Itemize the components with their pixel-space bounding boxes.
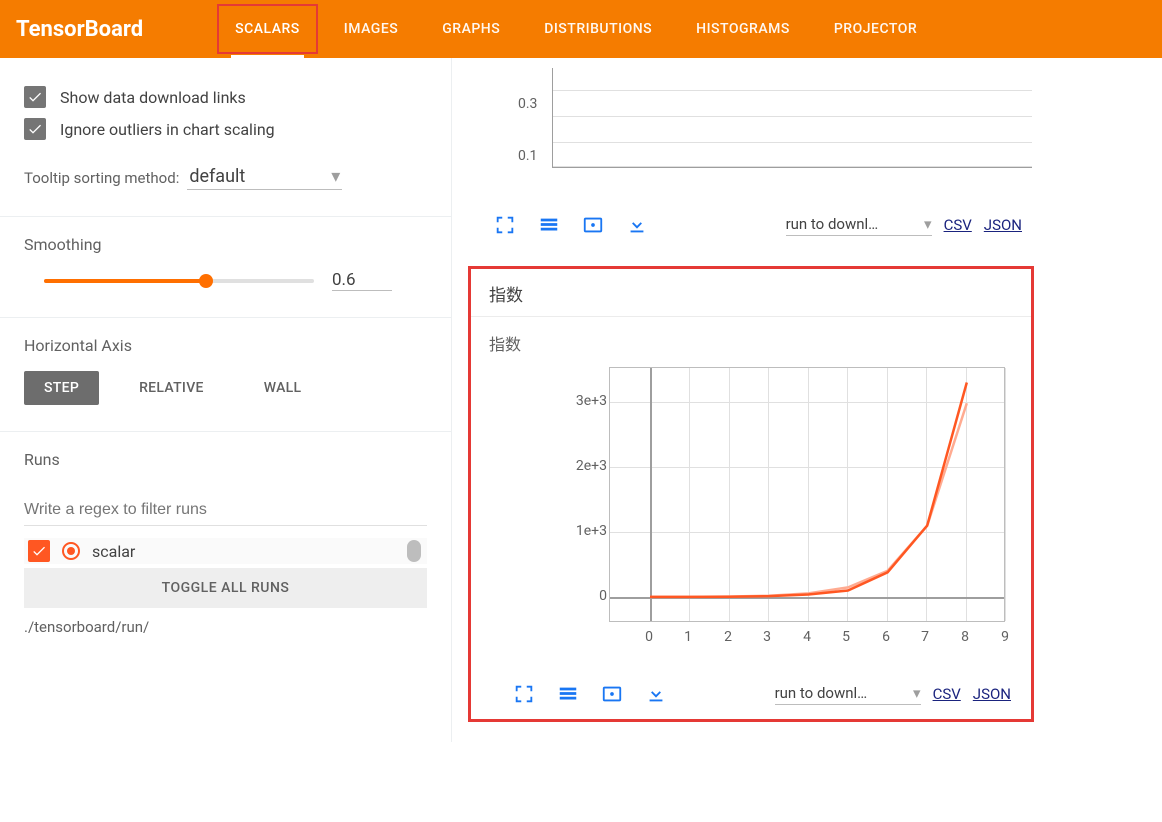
chart-svg [610, 368, 1006, 623]
runs-label: Runs [24, 450, 427, 469]
xtick: 0 [645, 629, 653, 645]
ytick: 0.3 [518, 96, 537, 112]
axis-btn-relative[interactable]: RELATIVE [119, 371, 224, 405]
run-radio[interactable] [62, 542, 80, 560]
download-icon[interactable] [643, 681, 669, 707]
chart: 3e+3 2e+3 1e+3 0 0 1 2 3 4 5 6 7 8 9 [511, 367, 1011, 667]
run-name: scalar [92, 542, 135, 561]
run-download-select-2[interactable]: run to downl… ▾ [775, 684, 921, 705]
list-icon[interactable] [555, 681, 581, 707]
xtick: 3 [763, 629, 771, 645]
smoothing-label: Smoothing [24, 235, 427, 254]
xtick: 7 [921, 629, 929, 645]
csv-link[interactable]: CSV [933, 685, 961, 703]
checkbox-ignore-outliers[interactable] [24, 118, 46, 140]
runs-filter-input[interactable] [24, 495, 427, 526]
app-header: TensorBoard SCALARS IMAGES GRAPHS DISTRI… [0, 0, 1162, 58]
smoothing-value[interactable]: 0.6 [332, 270, 392, 291]
csv-link[interactable]: CSV [944, 216, 972, 234]
xtick: 9 [1001, 629, 1009, 645]
run-download-value: run to downl… [786, 215, 879, 233]
tooltip-sorting-value: default [189, 166, 245, 187]
expand-icon[interactable] [511, 681, 537, 707]
ytick: 1e+3 [576, 523, 607, 539]
check-icon [31, 543, 47, 559]
tooltip-sorting-select[interactable]: default ▾ [187, 166, 342, 190]
tab-distributions[interactable]: DISTRIBUTIONS [522, 0, 674, 58]
caret-down-icon: ▾ [331, 166, 340, 187]
toggle-all-runs-button[interactable]: TOGGLE ALL RUNS [24, 568, 427, 608]
label-show-download: Show data download links [60, 88, 246, 107]
ytick: 0.1 [518, 148, 537, 164]
horizontal-axis-label: Horizontal Axis [24, 336, 427, 355]
content-area: 0.3 0.1 run to downl… ▾ CSV JSON 指数 指数 [452, 58, 1162, 742]
xtick: 8 [961, 629, 969, 645]
axis-btn-wall[interactable]: WALL [244, 371, 322, 405]
slider-fill [44, 279, 206, 283]
check-icon [27, 89, 43, 105]
sidebar: Show data download links Ignore outliers… [0, 58, 452, 742]
ytick: 2e+3 [576, 458, 607, 474]
smoothing-slider[interactable] [44, 279, 314, 283]
tab-graphs[interactable]: GRAPHS [420, 0, 522, 58]
caret-down-icon: ▾ [913, 684, 921, 702]
axis-btn-step[interactable]: STEP [24, 371, 99, 405]
check-icon [27, 121, 43, 137]
chart-toolbar-2: run to downl… ▾ CSV JSON [511, 681, 1011, 707]
scalar-panel: 指数 指数 3e+3 2e+3 1e+3 0 0 1 2 3 4 5 6 7 8… [468, 266, 1034, 722]
label-ignore-outliers: Ignore outliers in chart scaling [60, 120, 275, 139]
panel-title[interactable]: 指数 [471, 269, 1031, 317]
panel-subtitle: 指数 [471, 317, 1031, 355]
list-icon[interactable] [536, 212, 562, 238]
ytick: 0 [599, 588, 607, 604]
xtick: 1 [684, 629, 692, 645]
run-path: ./tensorboard/run/ [24, 618, 427, 636]
top-chart: 0.3 0.1 [502, 68, 1032, 188]
fit-icon[interactable] [580, 212, 606, 238]
xtick: 2 [724, 629, 732, 645]
run-download-value: run to downl… [775, 684, 868, 702]
scrollbar-thumb[interactable] [407, 540, 421, 562]
xtick: 4 [803, 629, 811, 645]
json-link[interactable]: JSON [973, 685, 1011, 703]
tab-projector[interactable]: PROJECTOR [812, 0, 939, 58]
json-link[interactable]: JSON [984, 216, 1022, 234]
tab-images[interactable]: IMAGES [322, 0, 420, 58]
run-row-scalar[interactable]: scalar [24, 538, 427, 564]
tab-bar: SCALARS IMAGES GRAPHS DISTRIBUTIONS HIST… [213, 0, 939, 58]
run-checkbox[interactable] [28, 540, 50, 562]
ytick: 3e+3 [576, 393, 607, 409]
plot-area[interactable] [609, 367, 1005, 622]
xtick: 5 [842, 629, 850, 645]
xtick: 6 [882, 629, 890, 645]
app-logo: TensorBoard [16, 17, 143, 42]
download-icon[interactable] [624, 212, 650, 238]
chart-toolbar: run to downl… ▾ CSV JSON [492, 212, 1022, 238]
tab-histograms[interactable]: HISTOGRAMS [674, 0, 812, 58]
tab-scalars[interactable]: SCALARS [213, 0, 322, 58]
slider-thumb[interactable] [199, 274, 213, 288]
checkbox-show-download[interactable] [24, 86, 46, 108]
tooltip-sorting-label: Tooltip sorting method: [24, 169, 179, 187]
caret-down-icon: ▾ [924, 215, 932, 233]
expand-icon[interactable] [492, 212, 518, 238]
run-download-select[interactable]: run to downl… ▾ [786, 215, 932, 236]
fit-icon[interactable] [599, 681, 625, 707]
